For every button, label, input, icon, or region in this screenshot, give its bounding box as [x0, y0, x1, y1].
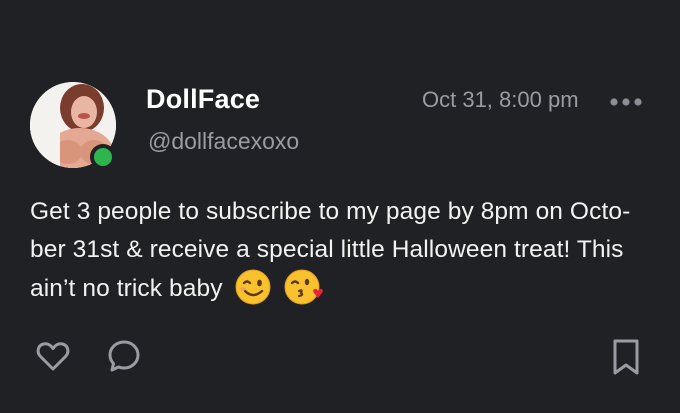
post-card: DollFace @dollfacexoxo Oct 31, 8:00 pm G…: [0, 0, 680, 413]
post-text-line: ber 31st & receive a special little Hall…: [30, 236, 624, 263]
winking-face-emoji-icon: [235, 269, 271, 317]
post-text: Get 3 people to subscribe to my page by …: [30, 193, 660, 317]
face-blowing-kiss-emoji-icon: [284, 269, 324, 317]
author-handle[interactable]: @dollfacexoxo: [148, 128, 299, 155]
online-status-indicator: [90, 144, 116, 170]
comment-icon[interactable]: [106, 338, 142, 379]
heart-icon[interactable]: [35, 338, 71, 379]
author-name[interactable]: DollFace: [146, 84, 260, 115]
bookmark-icon[interactable]: [610, 338, 642, 381]
post-text-line: ain’t no trick baby: [30, 275, 223, 302]
post-timestamp[interactable]: Oct 31, 8:00 pm: [422, 87, 579, 113]
post-text-line: Get 3 people to subscribe to my page by …: [30, 198, 631, 225]
more-options-icon[interactable]: [608, 92, 648, 112]
post-text-line-last: ain’t no trick baby: [30, 269, 660, 317]
